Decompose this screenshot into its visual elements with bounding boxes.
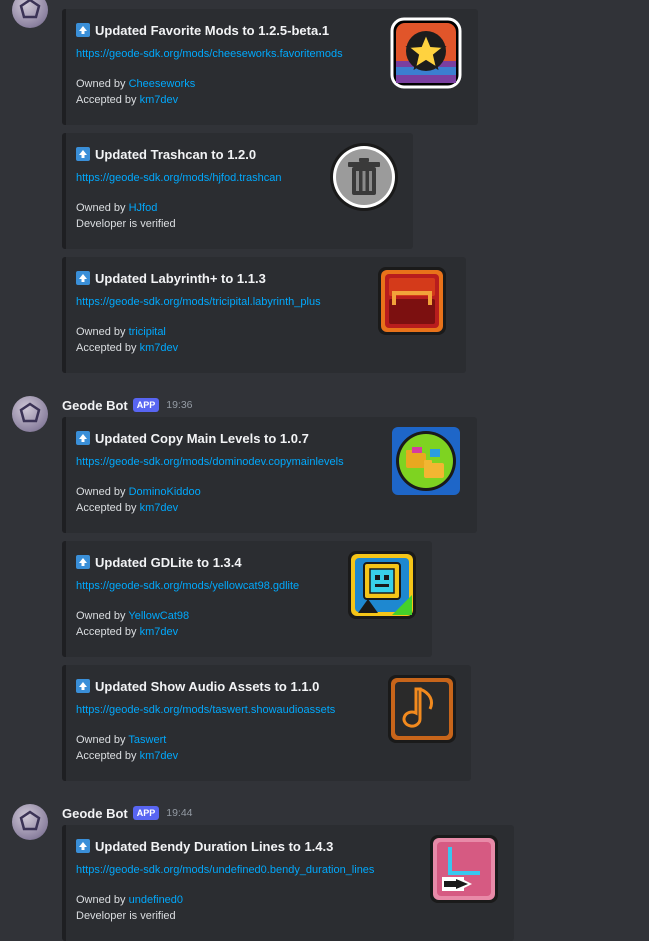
bot-avatar[interactable]: [12, 804, 48, 840]
message-header: Geode Bot APP 19:44: [62, 804, 193, 822]
accepted-field: Accepted by km7dev: [76, 342, 179, 354]
folder-mod-icon[interactable]: [390, 425, 462, 497]
update-arrow-icon: [76, 839, 90, 853]
accepter-name[interactable]: km7dev: [140, 750, 179, 762]
music-note-mod-icon[interactable]: [386, 673, 458, 745]
owner-name[interactable]: YellowCat98: [128, 610, 189, 622]
bot-avatar[interactable]: [12, 396, 48, 432]
accepter-name[interactable]: km7dev: [140, 626, 179, 638]
owner-name[interactable]: Taswert: [128, 734, 166, 746]
accepter-name[interactable]: km7dev: [140, 94, 179, 106]
embed-title[interactable]: Updated Show Audio Assets to 1.1.0: [95, 679, 319, 694]
update-arrow-icon: [76, 147, 90, 161]
update-arrow-icon: [76, 271, 90, 285]
author-name[interactable]: Geode Bot: [62, 398, 128, 413]
update-arrow-icon: [76, 431, 90, 445]
accepter-name[interactable]: km7dev: [140, 342, 179, 354]
embed-title[interactable]: Updated GDLite to 1.3.4: [95, 555, 242, 570]
embed-title[interactable]: Updated Trashcan to 1.2.0: [95, 147, 256, 162]
timestamp[interactable]: 19:44: [166, 807, 192, 819]
mod-embed: Updated Labyrinth+ to 1.1.3 https://geod…: [62, 257, 466, 373]
embed-title[interactable]: Updated Favorite Mods to 1.2.5-beta.1: [95, 23, 329, 38]
owner-name[interactable]: DominoKiddoo: [129, 486, 201, 498]
embed-title[interactable]: Updated Copy Main Levels to 1.0.7: [95, 431, 309, 446]
update-arrow-icon: [76, 679, 90, 693]
owner-name[interactable]: tricipital: [129, 326, 166, 338]
duration-lines-mod-icon[interactable]: [428, 833, 500, 905]
accepted-field: Accepted by km7dev: [76, 626, 179, 638]
mod-embed: Updated Show Audio Assets to 1.1.0 https…: [62, 665, 471, 781]
message-header: Geode Bot APP 19:36: [62, 396, 193, 414]
update-arrow-icon: [76, 23, 90, 37]
accepted-field: Accepted by km7dev: [76, 94, 179, 106]
mod-embed: Updated Bendy Duration Lines to 1.4.3 ht…: [62, 825, 514, 941]
app-badge: APP: [132, 806, 160, 820]
mod-embed: Updated GDLite to 1.3.4 https://geode-sd…: [62, 541, 432, 657]
verified-field: Developer is verified: [76, 910, 176, 922]
bot-avatar[interactable]: [12, 0, 48, 28]
gd-cube-mod-icon[interactable]: [346, 549, 418, 621]
owner-name[interactable]: undefined0: [129, 894, 183, 906]
accepted-field: Accepted by km7dev: [76, 502, 179, 514]
verified-field: Developer is verified: [76, 218, 176, 230]
owner-name[interactable]: Cheeseworks: [129, 78, 196, 90]
accepter-name[interactable]: km7dev: [140, 502, 179, 514]
embed-title[interactable]: Updated Bendy Duration Lines to 1.4.3: [95, 839, 333, 854]
mod-embed: Updated Trashcan to 1.2.0 https://geode-…: [62, 133, 413, 249]
author-name[interactable]: Geode Bot: [62, 806, 128, 821]
mod-embed: Updated Copy Main Levels to 1.0.7 https:…: [62, 417, 477, 533]
mod-embed: Updated Favorite Mods to 1.2.5-beta.1 ht…: [62, 9, 478, 125]
trashcan-mod-icon[interactable]: [328, 141, 400, 213]
app-badge: APP: [132, 398, 160, 412]
timestamp[interactable]: 19:36: [166, 399, 192, 411]
owner-name[interactable]: HJfod: [129, 202, 158, 214]
star-mod-icon[interactable]: [390, 17, 462, 89]
update-arrow-icon: [76, 555, 90, 569]
accepted-field: Accepted by km7dev: [76, 750, 179, 762]
labyrinth-mod-icon[interactable]: [376, 265, 448, 337]
embed-title[interactable]: Updated Labyrinth+ to 1.1.3: [95, 271, 266, 286]
